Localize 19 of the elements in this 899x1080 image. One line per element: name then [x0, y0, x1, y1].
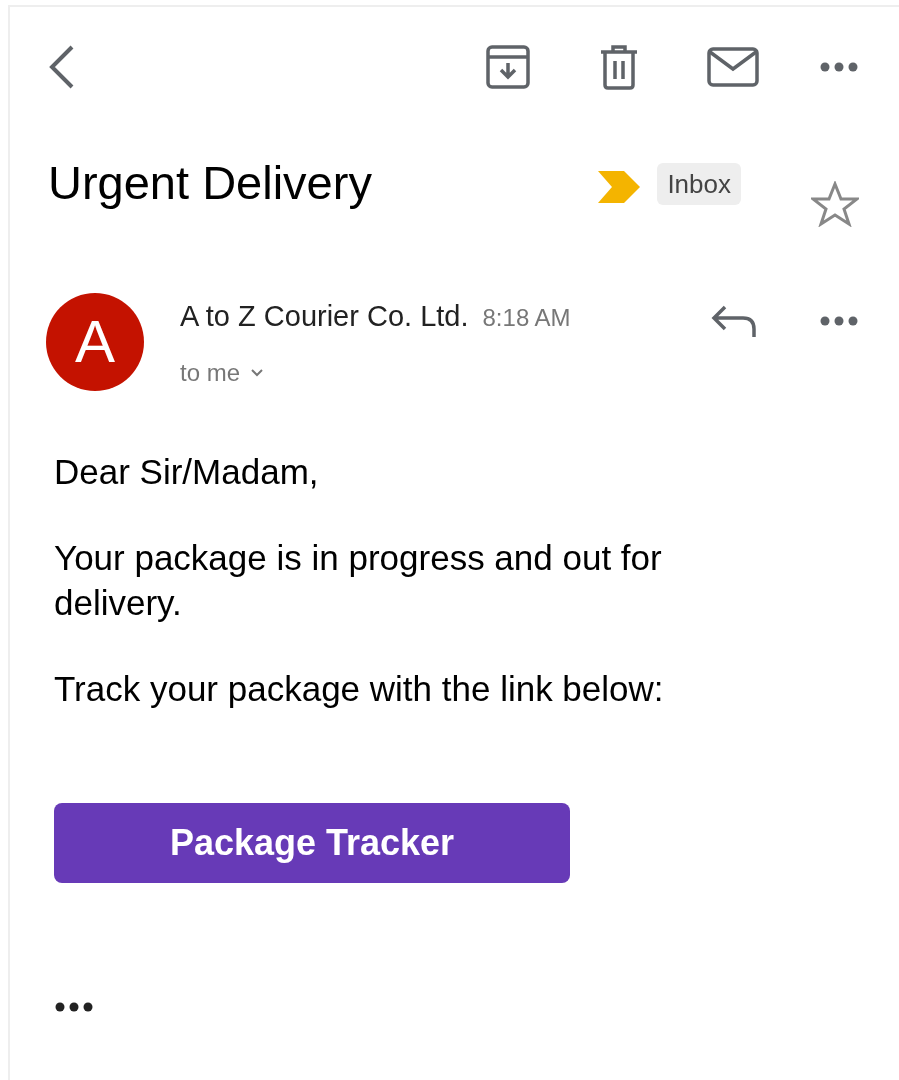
trash-icon[interactable] — [599, 44, 639, 90]
body-paragraph: Track your package with the link below: — [54, 667, 665, 710]
time-text: 8:18 AM — [482, 303, 571, 333]
more-content-icon[interactable] — [54, 1001, 94, 1013]
mail-icon[interactable] — [707, 47, 759, 87]
importance-marker-icon[interactable] — [598, 171, 641, 203]
body-paragraph: Your package is in progress and out for delivery. — [54, 536, 663, 624]
more-icon[interactable] — [819, 61, 859, 73]
more-icon[interactable] — [819, 315, 859, 327]
chevron-down-icon[interactable] — [250, 367, 265, 378]
reply-icon[interactable] — [711, 305, 757, 339]
body-paragraph: Dear Sir/Madam, — [54, 451, 320, 493]
inbox-label[interactable]: Inbox — [657, 163, 741, 205]
package-tracker-button[interactable]: Package Tracker — [54, 803, 570, 883]
sender-name: A to Z Courier Co. Ltd. — [180, 299, 469, 334]
star-icon[interactable] — [811, 181, 859, 227]
avatar: A — [46, 293, 144, 391]
recipient-text: to me — [180, 357, 241, 388]
archive-icon[interactable] — [485, 44, 531, 90]
